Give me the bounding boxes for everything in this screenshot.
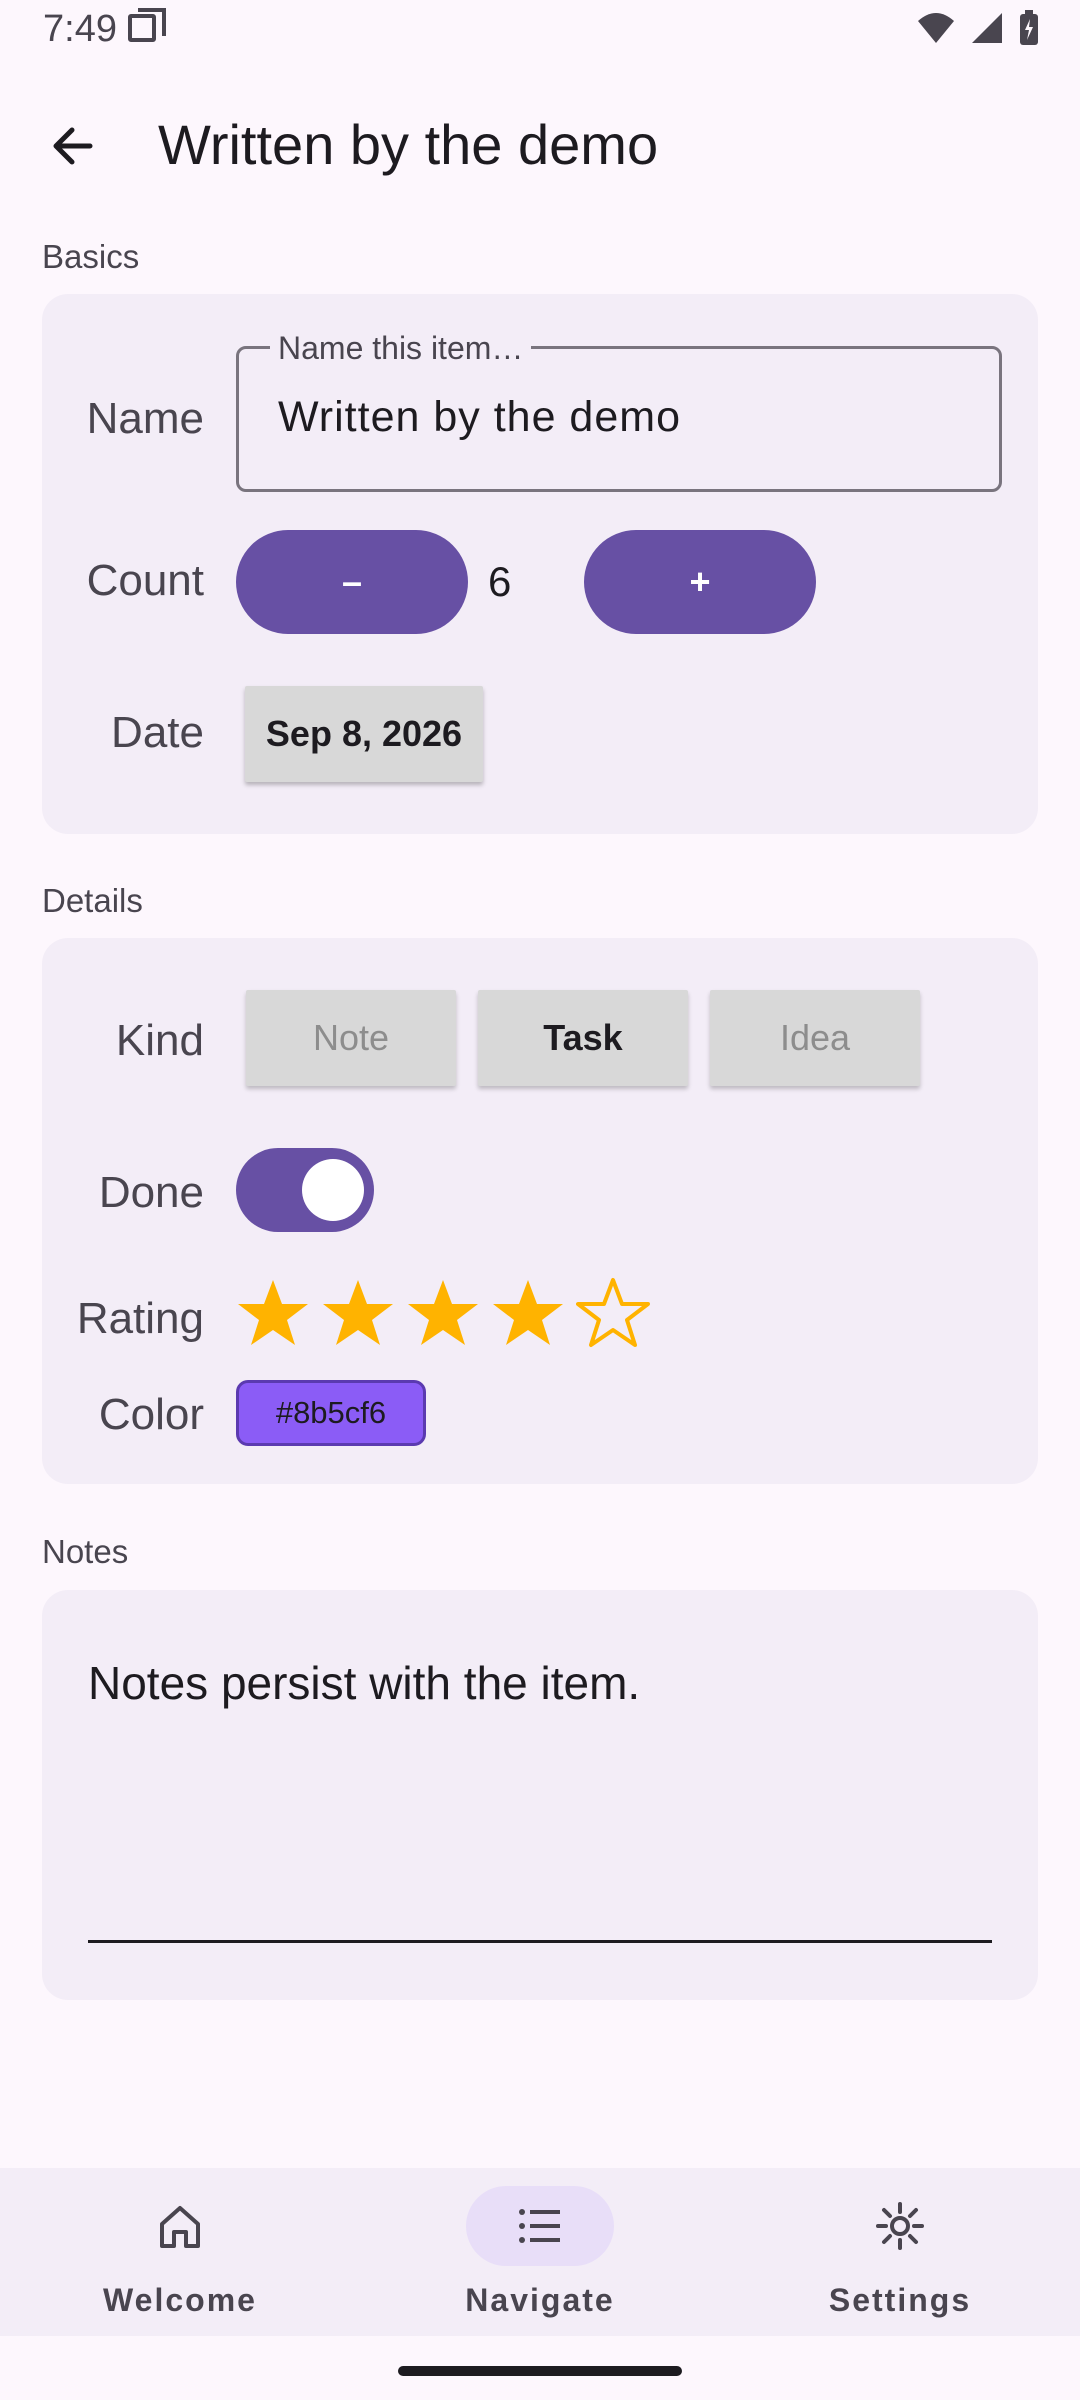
done-switch[interactable]: [236, 1148, 374, 1232]
star-empty-icon[interactable]: [576, 1276, 650, 1350]
rating-label: Rating: [76, 1294, 204, 1343]
count-label: Count: [86, 556, 204, 605]
star-filled-icon[interactable]: [491, 1276, 565, 1350]
notes-textarea[interactable]: Notes persist with the item.: [88, 1656, 640, 1710]
status-icons: [916, 10, 1040, 46]
sim-card-icon: [128, 8, 166, 42]
star-filled-icon[interactable]: [236, 1276, 310, 1350]
wifi-icon: [918, 13, 954, 43]
notes-underline: [88, 1940, 992, 1943]
date-label: Date: [111, 708, 204, 757]
switch-thumb: [302, 1159, 364, 1221]
signal-icon: [972, 13, 1002, 43]
kind-option-task[interactable]: Task: [478, 990, 688, 1086]
page-title: Written by the demo: [158, 113, 659, 176]
kind-option-idea[interactable]: Idea: [710, 990, 920, 1086]
count-value: 6: [488, 558, 512, 605]
done-label: Done: [98, 1168, 204, 1217]
color-swatch-button[interactable]: #8b5cf6: [236, 1380, 426, 1446]
name-field-legend: Name this item…: [270, 330, 532, 367]
date-picker-button[interactable]: Sep 8, 2026: [245, 686, 483, 782]
gear-icon: [876, 2202, 924, 2250]
gesture-handle[interactable]: [398, 2366, 682, 2376]
notes-card: [42, 1590, 1038, 2000]
section-label-details: Details: [42, 882, 143, 919]
decrement-button[interactable]: –: [236, 530, 468, 634]
star-filled-icon[interactable]: [321, 1276, 395, 1350]
nav-label-settings: Settings: [828, 2282, 972, 2318]
nav-item-welcome[interactable]: Welcome: [30, 2180, 330, 2320]
back-arrow-icon[interactable]: [46, 118, 102, 174]
color-label: Color: [98, 1390, 204, 1439]
section-label-notes: Notes: [42, 1533, 129, 1570]
list-icon: [519, 2209, 560, 2243]
status-time: 7:49: [43, 8, 117, 50]
home-icon: [160, 2206, 200, 2248]
nav-label-navigate: Navigate: [465, 2282, 615, 2318]
section-label-basics: Basics: [42, 238, 140, 275]
nav-item-settings[interactable]: Settings: [750, 2180, 1050, 2320]
star-filled-icon[interactable]: [406, 1276, 480, 1350]
increment-button[interactable]: +: [584, 530, 816, 634]
nav-label-welcome: Welcome: [103, 2282, 257, 2318]
kind-option-note[interactable]: Note: [246, 990, 456, 1086]
battery-icon: [1020, 10, 1038, 45]
nav-item-navigate[interactable]: Navigate: [390, 2180, 690, 2320]
kind-label: Kind: [115, 1016, 204, 1065]
name-label: Name: [86, 394, 204, 443]
name-field-value[interactable]: Written by the demo: [278, 393, 681, 442]
